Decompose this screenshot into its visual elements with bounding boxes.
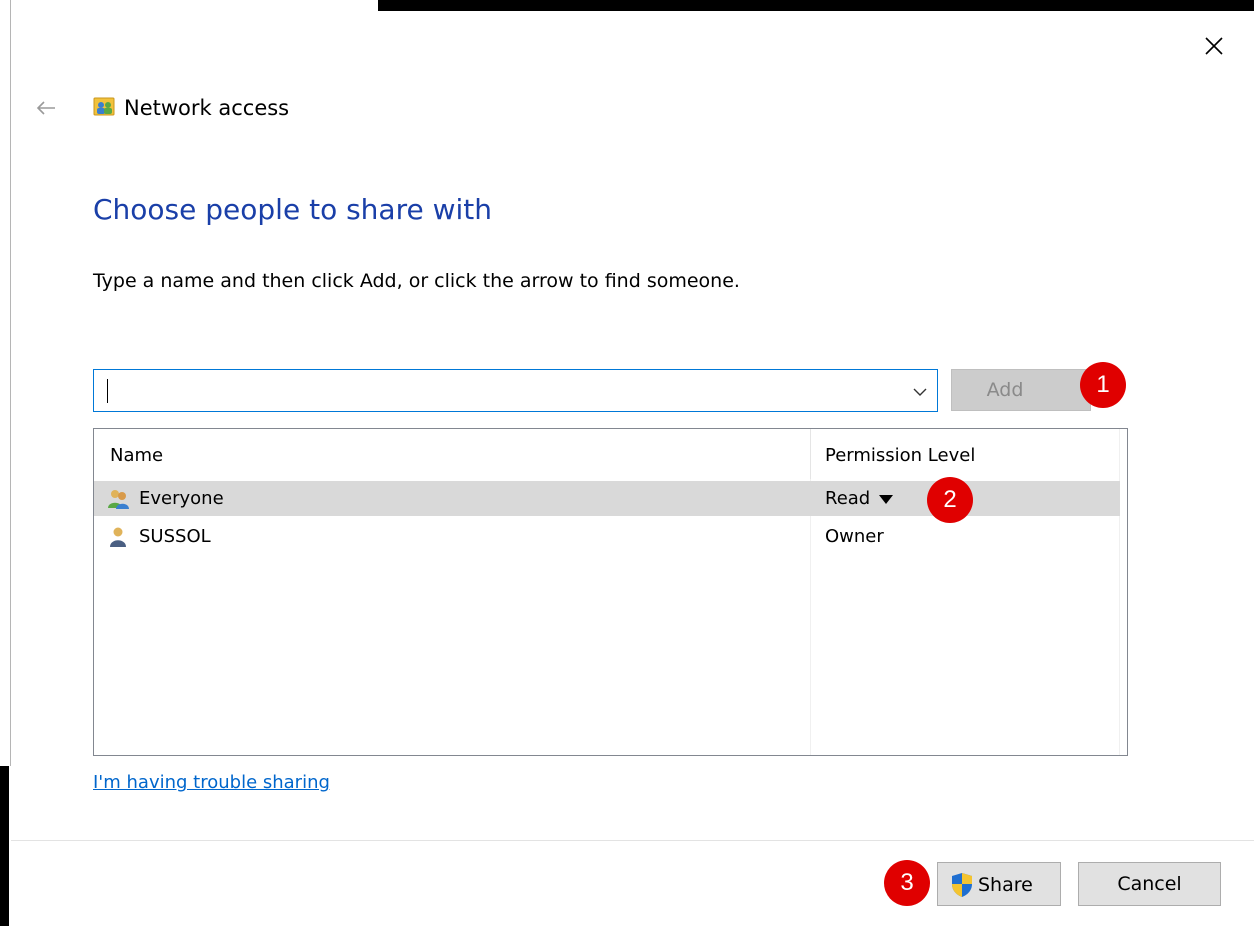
row-permission[interactable]: Read	[825, 488, 870, 510]
permission-dropdown-arrow-icon[interactable]	[879, 495, 893, 504]
name-input[interactable]	[106, 376, 890, 408]
back-arrow-icon	[36, 101, 55, 115]
step-badge-3: 3	[884, 860, 930, 906]
window-title: Network access	[124, 96, 290, 120]
chevron-down-icon[interactable]	[909, 382, 931, 402]
column-header-permission[interactable]: Permission Level	[825, 445, 975, 467]
close-icon	[1205, 37, 1223, 55]
window-edge	[10, 0, 11, 766]
trouble-sharing-link[interactable]: I'm having trouble sharing	[93, 771, 330, 795]
instruction-text: Type a name and then click Add, or click…	[93, 270, 740, 292]
name-combobox[interactable]	[93, 369, 938, 412]
column-header-separator[interactable]	[810, 429, 811, 479]
screen-frame-top	[378, 0, 1254, 11]
row-name: Everyone	[139, 488, 224, 509]
row-name: SUSSOL	[139, 526, 211, 547]
row-permission: Owner	[825, 526, 884, 547]
cancel-button[interactable]: Cancel	[1078, 862, 1221, 906]
user-group-icon	[108, 490, 129, 509]
uac-shield-icon	[952, 873, 972, 897]
add-button[interactable]: Add	[951, 369, 1091, 411]
text-cursor	[107, 379, 108, 403]
page-heading: Choose people to share with	[93, 193, 493, 226]
column-separator-right	[1119, 429, 1120, 755]
share-button[interactable]: Share	[937, 862, 1061, 906]
screen-frame-left	[0, 766, 9, 926]
network-share-icon	[93, 97, 115, 116]
step-badge-2: 2	[927, 477, 973, 523]
back-button[interactable]	[28, 92, 64, 124]
close-button[interactable]	[1192, 24, 1236, 68]
share-label: Share	[978, 874, 1033, 896]
user-icon	[110, 527, 126, 547]
footer-divider	[11, 840, 1254, 841]
step-badge-1: 1	[1080, 362, 1126, 408]
column-header-name[interactable]: Name	[110, 445, 163, 467]
people-list[interactable]: Name Permission Level Everyone Read 2 SU…	[93, 428, 1128, 756]
list-row-sussol[interactable]: SUSSOL Owner	[94, 519, 1120, 554]
